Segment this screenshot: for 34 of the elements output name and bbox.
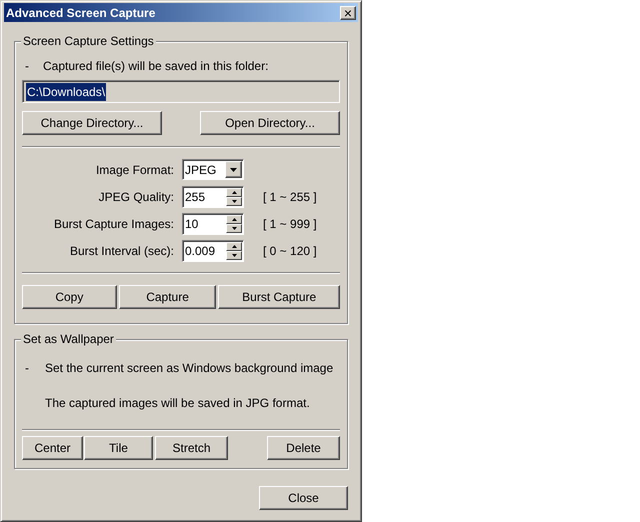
range-text: [ 1 ~ 255 ] xyxy=(263,188,317,206)
bullet-mark: - xyxy=(25,58,30,75)
group-title: Screen Capture Settings xyxy=(21,34,156,48)
option-label: Burst Capture Images: xyxy=(52,216,175,232)
spin-buttons[interactable] xyxy=(226,242,242,260)
range-text: [ 1 ~ 999 ] xyxy=(263,216,317,232)
folder-note: Captured file(s) will be saved in this folder: xyxy=(43,58,268,75)
range-text: [ 0 ~ 120 ] xyxy=(263,242,317,260)
spin-buttons[interactable] xyxy=(226,188,242,206)
format-info: The captured images will be saved in JPG format. xyxy=(45,395,310,412)
option-label: Burst Interval (sec): xyxy=(68,242,175,260)
option-label: Image Format: xyxy=(94,162,175,178)
wallpaper-button[interactable]: Tile xyxy=(84,436,153,460)
folder-field[interactable]: C:\Downloads\ xyxy=(22,80,340,103)
directory-button[interactable]: Change Directory... xyxy=(22,111,162,135)
format-dropdown[interactable]: JPEG xyxy=(182,159,244,180)
number-field[interactable]: 0.009 xyxy=(182,240,244,262)
directory-button[interactable]: Open Directory... xyxy=(200,111,340,135)
capture-action-button[interactable]: Capture xyxy=(118,285,216,309)
close-button[interactable]: × xyxy=(340,6,356,20)
wallpaper-button[interactable]: Stretch xyxy=(155,436,228,460)
option-label: JPEG Quality: xyxy=(98,188,175,206)
number-field[interactable]: 10 xyxy=(182,212,244,234)
capture-action-button[interactable]: Copy xyxy=(22,285,117,309)
window-title: Advanced Screen Capture xyxy=(6,4,156,22)
capture-action-button[interactable]: Burst Capture xyxy=(218,285,340,309)
wallpaper-note: Set the current screen as Windows background image xyxy=(45,360,334,377)
bullet-mark: - xyxy=(25,360,30,377)
number-field[interactable]: 255 xyxy=(182,186,244,208)
wallpaper-button[interactable]: Center xyxy=(22,436,83,460)
group-title: Set as Wallpaper xyxy=(21,332,116,346)
close-dialog-button[interactable]: Close xyxy=(259,486,348,510)
wallpaper-button[interactable]: Delete xyxy=(267,436,340,460)
spin-buttons[interactable] xyxy=(226,214,242,232)
